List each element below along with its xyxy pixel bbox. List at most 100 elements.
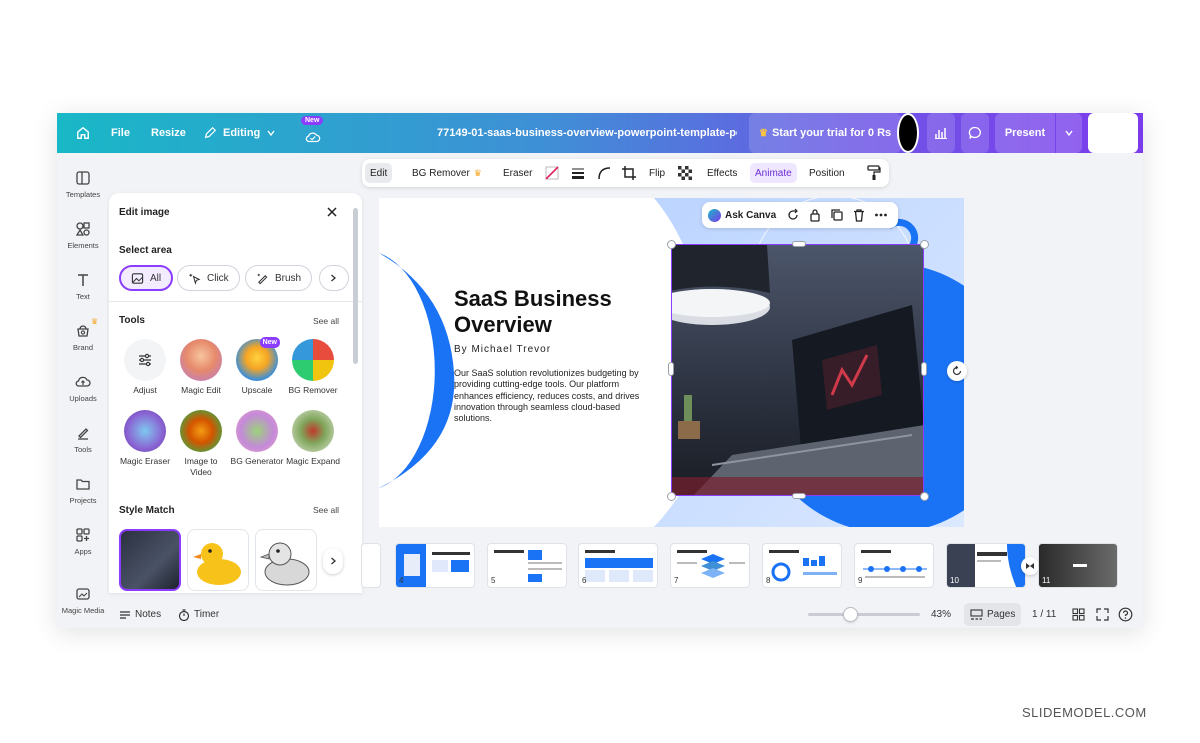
rail-item-brand[interactable]: Brand ♛	[57, 317, 109, 352]
rail-item-uploads[interactable]: Uploads	[57, 374, 109, 403]
slide-author[interactable]: By Michael Trevor	[454, 344, 551, 355]
style-match-tile-duck-yellow[interactable]	[187, 529, 249, 591]
tool-magic-edit[interactable]: Magic Edit	[173, 339, 229, 396]
thumbnail-preview	[677, 550, 745, 578]
select-area-label: Select area	[119, 245, 172, 256]
rail-item-apps[interactable]: Apps	[57, 527, 109, 556]
tool-magic-eraser[interactable]: Magic Eraser	[117, 410, 173, 467]
resize-handle-top-left[interactable]	[667, 240, 676, 249]
present-options-button[interactable]	[1056, 113, 1082, 153]
select-area-brush-button[interactable]: Brush	[245, 265, 313, 291]
resize-handle-bottom-right[interactable]	[920, 492, 929, 501]
comments-button[interactable]	[961, 113, 989, 153]
rotate-handle[interactable]	[947, 361, 967, 381]
rail-item-templates[interactable]: Templates	[57, 170, 109, 199]
corner-rounding-button[interactable]	[596, 163, 612, 183]
rail-item-text[interactable]: Text	[57, 272, 109, 301]
editing-mode-dropdown[interactable]: Editing	[203, 113, 276, 153]
rail-item-projects[interactable]: Projects	[57, 476, 109, 505]
tool-bg-remover[interactable]: BG Remover	[285, 339, 341, 396]
panel-scrollbar[interactable]	[353, 208, 358, 364]
page-thumbnail-7[interactable]: 7	[670, 543, 750, 588]
insights-button[interactable]	[927, 113, 955, 153]
resize-menu[interactable]: Resize	[151, 113, 186, 153]
selected-laptop-image[interactable]	[671, 244, 924, 496]
border-style-button[interactable]	[570, 163, 586, 183]
select-area-click-button[interactable]: Click	[177, 265, 240, 291]
copy-style-button[interactable]	[867, 163, 881, 183]
divider	[109, 301, 362, 302]
ask-canva-button[interactable]: Ask Canva	[708, 208, 776, 222]
start-trial-button[interactable]: ♛ Start your trial for 0 Rs	[749, 113, 902, 153]
tools-see-all-link[interactable]: See all	[313, 316, 339, 326]
notes-button[interactable]: Notes	[119, 609, 161, 621]
style-match-tile-duck-sketch[interactable]	[255, 529, 317, 591]
fullscreen-icon[interactable]	[1096, 608, 1109, 621]
page-thumbnail-9[interactable]: 9	[854, 543, 934, 588]
color-swatch[interactable]	[897, 113, 919, 153]
style-match-next-button[interactable]	[323, 548, 343, 574]
page-thumbnail[interactable]	[361, 543, 381, 588]
resize-handle-right[interactable]	[921, 362, 927, 376]
document-title[interactable]: 77149-01-saas-business-overview-powerpoi…	[437, 113, 737, 153]
resize-handle-bottom[interactable]	[792, 493, 806, 499]
bg-remover-button[interactable]: BG Remover ♛	[412, 163, 482, 183]
slide-canvas[interactable]: SaaS Business Overview By Michael Trevor…	[379, 198, 964, 527]
crop-button[interactable]	[621, 163, 637, 183]
transparency-button[interactable]	[678, 163, 692, 183]
apps-icon	[76, 528, 90, 542]
lock-icon[interactable]	[808, 208, 822, 222]
zoom-slider[interactable]	[808, 607, 920, 622]
resize-handle-bottom-left[interactable]	[667, 492, 676, 501]
animate-button[interactable]: Animate	[750, 163, 797, 183]
file-menu[interactable]: File	[111, 113, 130, 153]
rail-item-elements[interactable]: Elements	[57, 221, 109, 250]
tool-bg-generator[interactable]: BG Generator	[229, 410, 285, 467]
tool-upscale[interactable]: New Upscale	[229, 337, 285, 396]
select-area-all-button[interactable]: All	[119, 265, 174, 291]
page-thumbnail-4[interactable]: 4	[395, 543, 475, 588]
zoom-level[interactable]: 43%	[931, 609, 951, 620]
slide-title[interactable]: SaaS Business Overview	[454, 286, 674, 338]
flip-button[interactable]: Flip	[649, 163, 665, 183]
resize-handle-top-right[interactable]	[920, 240, 929, 249]
zoom-slider-thumb[interactable]	[843, 607, 858, 622]
page-thumbnail-5[interactable]: 5	[487, 543, 567, 588]
present-button[interactable]: Present	[995, 113, 1055, 153]
page-thumbnail-10[interactable]: 10	[946, 543, 1026, 588]
page-thumbnail-8[interactable]: 8	[762, 543, 842, 588]
resize-handle-top[interactable]	[792, 241, 806, 247]
effects-button[interactable]: Effects	[707, 163, 737, 183]
home-button[interactable]	[71, 113, 95, 153]
page-thumbnail-11[interactable]: 11	[1038, 543, 1118, 588]
resize-handle-left[interactable]	[668, 362, 674, 376]
page-thumbnail-6[interactable]: 6	[578, 543, 658, 588]
position-button[interactable]: Position	[809, 163, 845, 183]
help-icon[interactable]	[1118, 607, 1133, 622]
style-match-see-all-link[interactable]: See all	[313, 505, 339, 515]
share-button[interactable]: Share	[1088, 113, 1138, 153]
select-area-next-button[interactable]	[319, 265, 349, 291]
slide-body-text[interactable]: Our SaaS solution revolutionizes budgeti…	[454, 368, 654, 424]
tool-adjust[interactable]: Adjust	[117, 339, 173, 396]
rail-item-tools[interactable]: Tools	[57, 425, 109, 454]
grid-view-icon[interactable]	[1072, 608, 1085, 621]
transition-button[interactable]	[1021, 557, 1039, 575]
comment-icon	[968, 126, 981, 139]
rail-item-magic-media[interactable]: Magic Media	[57, 586, 109, 615]
edit-button[interactable]: Edit	[365, 163, 393, 183]
style-match-tile-laptop[interactable]	[119, 529, 181, 591]
tool-image-to-video[interactable]: Image to Video	[173, 410, 229, 478]
timer-button[interactable]: Timer	[178, 608, 219, 621]
tool-magic-expand[interactable]: Magic Expand	[285, 410, 341, 467]
eraser-button[interactable]: Eraser	[503, 163, 532, 183]
rotate-plus-icon[interactable]	[786, 208, 800, 222]
cloud-sync-button[interactable]	[301, 117, 325, 157]
more-icon[interactable]	[874, 208, 888, 222]
butterfly-icon	[180, 410, 222, 452]
pages-button[interactable]: Pages	[964, 603, 1022, 626]
duplicate-icon[interactable]	[830, 208, 844, 222]
trash-icon[interactable]	[852, 208, 866, 222]
color-none-button[interactable]	[544, 163, 560, 183]
close-icon[interactable]	[325, 205, 339, 219]
